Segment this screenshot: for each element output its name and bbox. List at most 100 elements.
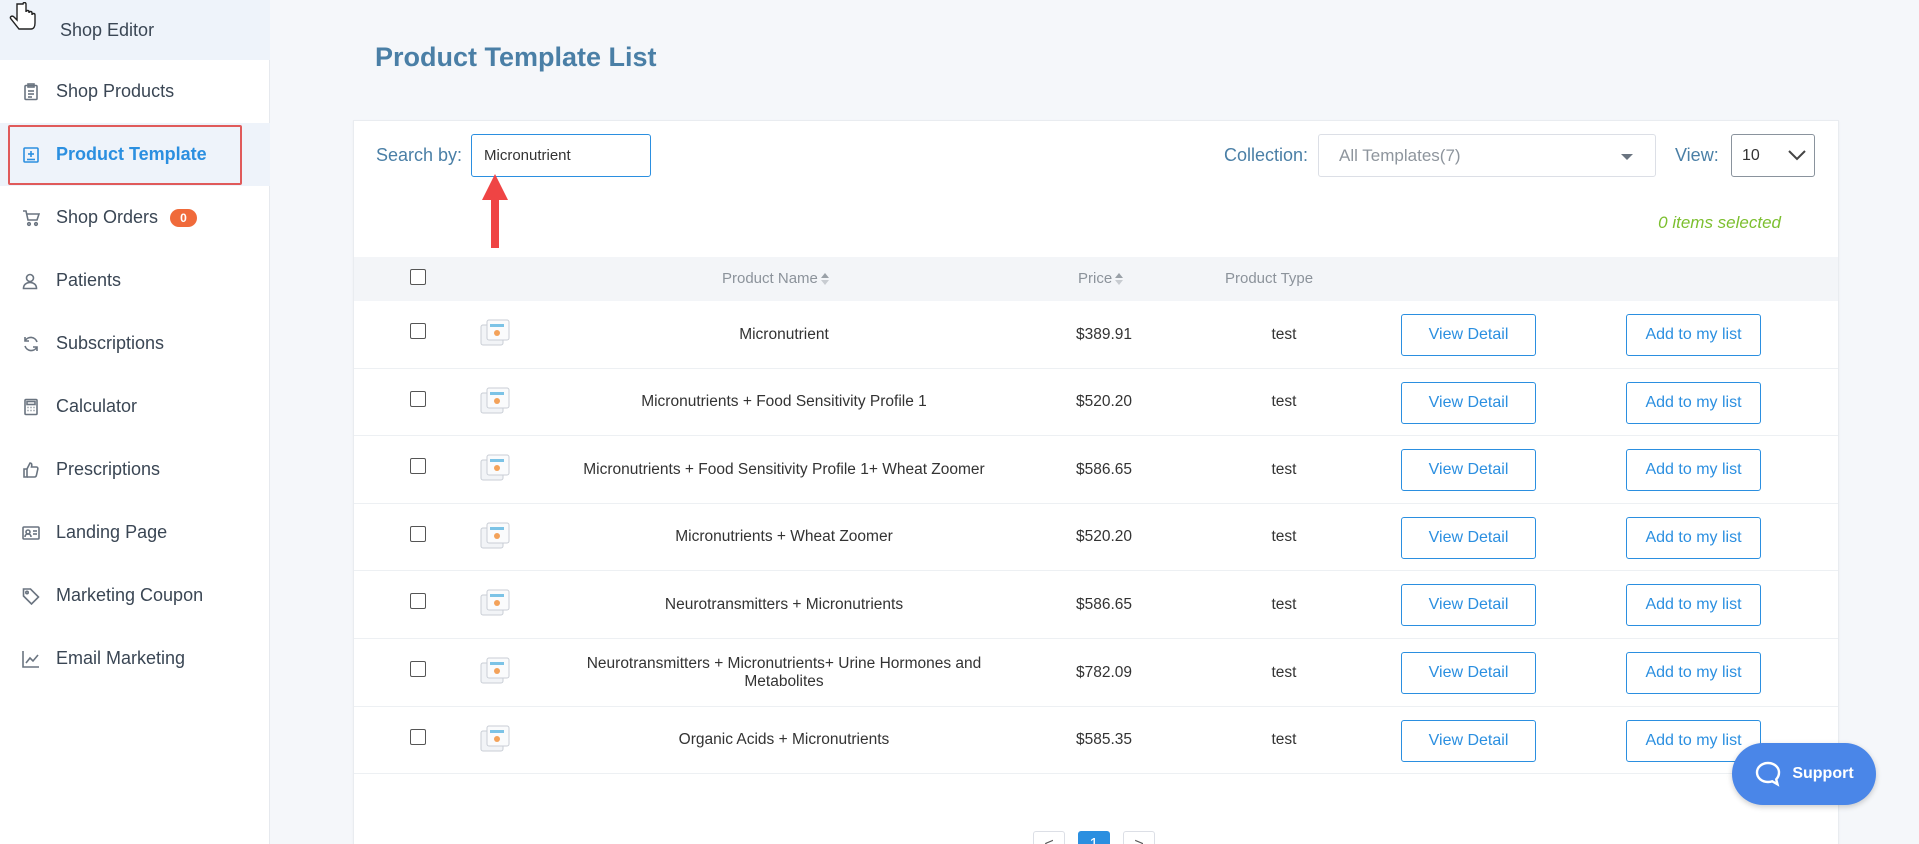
clipboard-icon: [22, 82, 40, 101]
collection-select[interactable]: All Templates(7): [1318, 134, 1656, 177]
row-checkbox[interactable]: [410, 525, 426, 542]
chevron-down-icon: [1788, 150, 1806, 161]
product-thumbnail-icon: [480, 454, 510, 481]
sidebar-item-label: Subscriptions: [56, 333, 165, 353]
table-header: Product Name Price Product Type: [354, 257, 1838, 301]
product-name-cell: Organic Acids + Micronutrients: [678, 731, 890, 749]
sidebar-item-landing-page[interactable]: Landing Page: [0, 501, 270, 564]
add-to-my-list-button[interactable]: Add to my list: [1626, 584, 1761, 627]
sidebar-item-email-marketing[interactable]: Email Marketing: [0, 627, 270, 690]
hand-cursor-icon: [9, 2, 36, 30]
sidebar-item-calculator[interactable]: Calculator: [0, 375, 270, 438]
sort-icon: [820, 273, 829, 286]
page-title: Product Template List: [375, 42, 657, 72]
add-to-my-list-button[interactable]: Add to my list: [1626, 652, 1761, 694]
collection-label: Collection:: [1224, 145, 1309, 165]
add-to-my-list-button[interactable]: Add to my list: [1626, 381, 1761, 424]
tag-icon: [22, 587, 40, 605]
sidebar-item-label: Patients: [56, 270, 122, 290]
product-thumbnail-icon: [480, 387, 510, 414]
product-name-cell: Neurotransmitters + Micronutrients: [664, 595, 904, 613]
user-icon: [22, 272, 40, 290]
sidebar-item-shop-products[interactable]: Shop Products: [0, 60, 270, 123]
product-type-cell: test: [1271, 460, 1297, 478]
row-checkbox[interactable]: [410, 661, 426, 677]
table-row: Micronutrient $389.91 test View Detail Add t…: [354, 301, 1838, 369]
product-type-cell: test: [1271, 528, 1297, 546]
select-all-checkbox[interactable]: [410, 269, 426, 285]
sidebar-item-patients[interactable]: Patients: [0, 249, 270, 312]
pagination-prev-button[interactable]: <: [1033, 831, 1065, 844]
table-row: Micronutrients + Food Sensitivity Profil…: [354, 369, 1838, 437]
sidebar-item-label: Shop Editor: [60, 19, 155, 40]
column-header-product-type: Product Type: [1225, 270, 1314, 287]
product-thumbnail-icon: [480, 522, 510, 549]
sidebar-item-marketing-coupon[interactable]: Marketing Coupon: [0, 564, 270, 627]
view-detail-button[interactable]: View Detail: [1401, 584, 1536, 627]
price-cell: $586.65: [1075, 595, 1133, 613]
product-thumbnail-icon: [480, 589, 510, 616]
support-button[interactable]: Support: [1732, 743, 1876, 805]
thumbs-up-icon: [22, 461, 40, 479]
refresh-icon: [22, 335, 40, 353]
view-detail-button[interactable]: View Detail: [1401, 516, 1536, 559]
add-to-my-list-button[interactable]: Add to my list: [1626, 516, 1761, 559]
sidebar-item-shop-orders[interactable]: Shop Orders 0: [0, 186, 270, 249]
caret-down-icon: [1621, 154, 1633, 160]
price-cell: $585.35: [1075, 731, 1133, 749]
product-name-cell: Micronutrient: [739, 325, 829, 343]
product-type-cell: test: [1271, 393, 1297, 411]
sidebar-item-subscriptions[interactable]: Subscriptions: [0, 312, 270, 375]
product-type-cell: test: [1271, 325, 1297, 343]
view-detail-button[interactable]: View Detail: [1401, 652, 1536, 694]
pagination-page-button[interactable]: 1: [1078, 831, 1110, 844]
sidebar-item-label: Shop Orders: [56, 207, 159, 227]
sidebar-item-label: Email Marketing: [56, 648, 186, 668]
support-label: Support: [1792, 765, 1854, 782]
add-to-my-list-button[interactable]: Add to my list: [1626, 449, 1761, 492]
items-selected-count: 0 items selected: [1658, 213, 1781, 232]
row-checkbox[interactable]: [410, 593, 426, 610]
sidebar-item-shop-editor[interactable]: Shop Editor: [0, 0, 270, 60]
product-thumbnail-icon: [480, 319, 510, 346]
sidebar-item-label: Shop Products: [56, 81, 175, 101]
page-size-select[interactable]: 10: [1731, 134, 1815, 177]
arrow-up-annotation-icon: [482, 174, 508, 248]
price-cell: $520.20: [1075, 393, 1133, 411]
table-row: Micronutrients + Food Sensitivity Profil…: [354, 436, 1838, 504]
column-header-product-name[interactable]: Product Name: [722, 257, 829, 301]
row-checkbox[interactable]: [410, 323, 426, 339]
view-detail-button[interactable]: View Detail: [1401, 719, 1536, 762]
view-label: View:: [1675, 145, 1719, 165]
view-detail-button[interactable]: View Detail: [1401, 381, 1536, 424]
pagination-next-button[interactable]: >: [1123, 831, 1155, 844]
price-cell: $586.65: [1075, 460, 1133, 478]
chart-line-icon: [22, 650, 40, 668]
table-row: Micronutrients + Wheat Zoomer $520.20 test…: [354, 504, 1838, 572]
price-cell: $520.20: [1075, 528, 1133, 546]
product-type-cell: test: [1271, 663, 1297, 681]
chat-bubble-icon: [1756, 761, 1781, 787]
sidebar-item-product-template[interactable]: Product Template: [0, 123, 270, 186]
sidebar-item-label: Prescriptions: [56, 459, 161, 479]
add-to-my-list-button[interactable]: Add to my list: [1626, 314, 1761, 356]
view-detail-button[interactable]: View Detail: [1401, 314, 1536, 356]
column-header-price[interactable]: Price: [1078, 257, 1124, 301]
sidebar-item-prescriptions[interactable]: Prescriptions: [0, 438, 270, 501]
table-row: Organic Acids + Micronutrients $585.35 tes…: [354, 707, 1838, 775]
calculator-icon: [22, 398, 40, 416]
column-header-label: Price: [1078, 270, 1113, 287]
row-checkbox[interactable]: [410, 390, 426, 407]
product-thumbnail-icon: [480, 725, 510, 752]
sidebar-item-label: Calculator: [56, 396, 138, 416]
product-name-cell: Micronutrients + Wheat Zoomer: [675, 528, 893, 546]
view-detail-button[interactable]: View Detail: [1401, 449, 1536, 492]
search-input[interactable]: [471, 134, 651, 177]
orders-count-badge: 0: [170, 208, 197, 227]
template-icon: [22, 146, 40, 164]
collection-value: All Templates(7): [1339, 145, 1461, 165]
row-checkbox[interactable]: [410, 458, 426, 475]
cart-icon: [22, 209, 40, 227]
row-checkbox[interactable]: [410, 728, 426, 745]
product-thumbnail-icon: [480, 657, 510, 684]
